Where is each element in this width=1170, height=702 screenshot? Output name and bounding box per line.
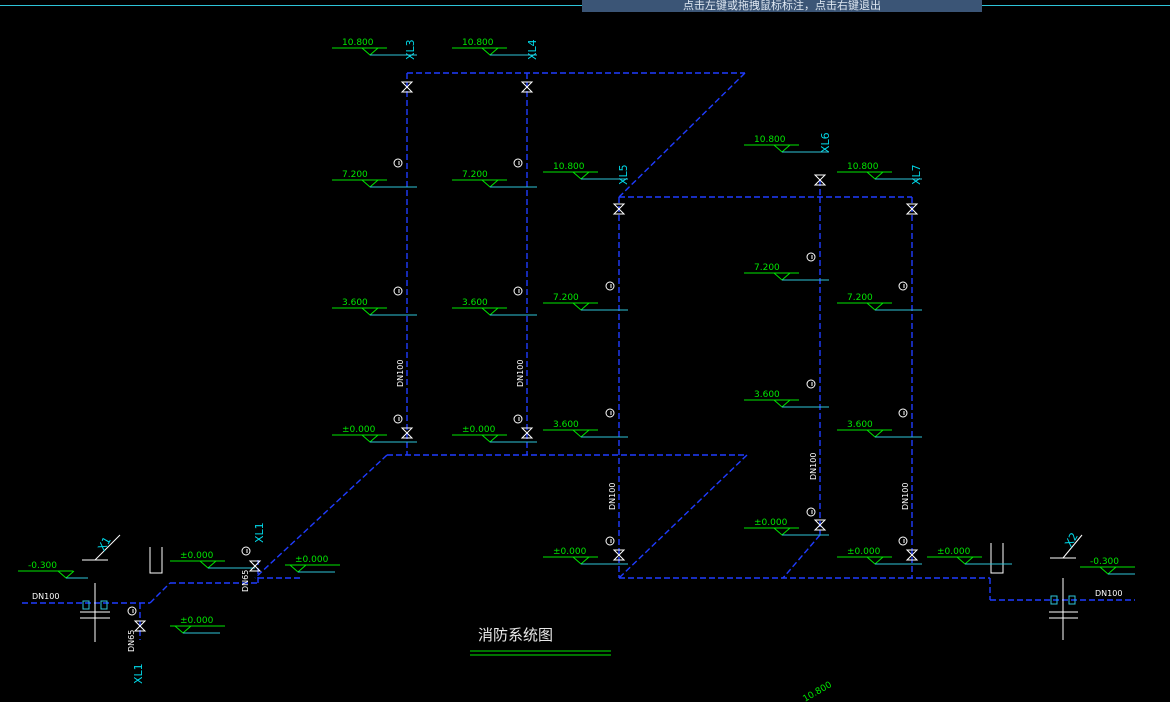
fire-hydrant-4-icon [513,286,523,296]
level-xl5-3600: 3.600 [543,420,628,438]
level-xl3-7200-text: 7.200 [342,170,368,180]
fire-hydrant-2-icon [393,414,403,424]
level-xl7-7200-text: 7.200 [847,293,873,303]
level-xl6-3600-text: 3.600 [754,390,780,400]
pipe-size-xl7: DN100 [901,483,910,510]
pipe-size-xl5: DN100 [608,483,617,510]
riser-tag-xl1-upper: XL1 [253,522,266,543]
level-xl4-7200-text: 7.200 [462,170,488,180]
level-xl4-top-text: 10.800 [462,38,494,48]
drawing-title-block: 消防系统图 [470,626,611,656]
level-xl6-0000-text: ±0.000 [754,518,788,528]
level-left-inlet-text: -0.300 [28,561,57,571]
level-xl4-7200: 7.200 [452,170,537,188]
fire-hydrant-7-icon [605,408,615,418]
level-xl4-3600-text: 3.600 [462,298,488,308]
level-xl6-7200-text: 7.200 [754,263,780,273]
level-xl7-7200: 7.200 [837,293,922,311]
inlet-tag-x2: X2 [1062,530,1081,549]
level-xl3-0000-text: ±0.000 [342,425,376,435]
level-right-inlet-text: -0.300 [1090,557,1119,567]
fire-hydrant-0-icon [393,158,403,168]
fire-hydrant-14-icon [898,536,908,546]
level-xl1-b-text: ±0.000 [295,555,329,565]
partial-elevation-label: 10.800 [802,680,835,702]
level-xl3-3600: 3.600 [332,298,417,316]
level-left-inlet: -0.300 [18,561,88,579]
level-xl5-7200: 7.200 [543,293,628,311]
pipe-size-xl3: DN100 [396,360,405,387]
fire-hydrant-8-icon [605,536,615,546]
elevation-levels: 10.800 7.200 3.600 ±0.000 10.800 7.200 3.600 ±0… [18,38,1135,634]
fire-hydrant-9-icon [806,252,816,262]
level-right-base-text: ±0.000 [937,547,971,557]
gate-valve-xl7-top-icon [905,203,919,215]
level-xl7-top-text: 10.800 [847,162,879,172]
level-xl6-3600: 3.600 [744,390,829,408]
riser-tag-xl6: XL6 [819,132,832,153]
inlet-fitting-1-icon [100,600,108,610]
inlet-fitting-0-icon [82,600,90,610]
riser-tag-xl3: XL3 [404,39,417,60]
fire-hydrant-6-icon [605,281,615,291]
drawing-title: 消防系统图 [478,626,553,644]
pipe-size-xl1-upper: DN65 [241,570,250,592]
fire-hydrant-13-icon [898,408,908,418]
riser-tag-xl4: XL4 [526,39,539,60]
fire-hydrant-12-icon [898,281,908,291]
level-xl6-top: 10.800 [744,135,829,153]
pipe-size-xl6: DN100 [809,453,818,480]
pipe-size-xl1-lower: DN65 [127,630,136,652]
riser-tag-xl1-lower: XL1 [132,663,145,684]
fire-hydrant-1-icon [393,286,403,296]
fire-hydrant-16-icon [127,606,137,616]
level-xl5-7200-text: 7.200 [553,293,579,303]
fire-hydrant-10-icon [806,379,816,389]
level-xl1-b: ±0.000 [285,555,340,573]
level-xl7-3600: 3.600 [837,420,922,438]
gate-valve-xl5-top-icon [612,203,626,215]
level-xl5-top: 10.800 [543,162,628,180]
level-xl6-7200: 7.200 [744,263,829,281]
level-xl3-top-text: 10.800 [342,38,374,48]
fire-hydrant-3-icon [513,158,523,168]
level-xl1-a-text: ±0.000 [180,551,214,561]
level-xl6-top-text: 10.800 [754,135,786,145]
pipe-size-labels: DN100 DN100 DN100 DN100 DN100 DN100 DN10… [32,360,1122,652]
level-right-base: ±0.000 [927,547,1012,565]
level-xl4-top: 10.800 [452,38,537,56]
fire-hydrant-5-icon [513,414,523,424]
level-xl3-3600-text: 3.600 [342,298,368,308]
riser-tag-xl7: XL7 [910,164,923,185]
level-xl4-0000-text: ±0.000 [462,425,496,435]
pipe-size-xl4: DN100 [516,360,525,387]
fire-hydrant-11-icon [806,507,816,517]
pipe-size-left-inlet: DN100 [32,592,59,601]
level-xl1-c-text: ±0.000 [180,616,214,626]
level-xl7-0000-text: ±0.000 [847,547,881,557]
fire-protection-system-drawing[interactable]: XL3 XL4 XL5 XL6 XL7 X1 X2 XL1 XL1 10.800… [0,0,1170,702]
fire-hydrant-15-icon [241,546,251,556]
level-xl5-top-text: 10.800 [553,162,585,172]
inlet-tag-x1: X1 [95,534,114,553]
level-xl4-3600: 3.600 [452,298,537,316]
level-xl7-3600-text: 3.600 [847,420,873,430]
level-xl1-c: ±0.000 [170,616,225,634]
level-xl3-7200: 7.200 [332,170,417,188]
riser-tag-xl5: XL5 [617,164,630,185]
pipe-size-right-inlet: DN100 [1095,589,1122,598]
gate-valve-xl1-upper-icon [248,560,262,572]
level-xl1-a: ±0.000 [170,551,255,569]
level-xl5-3600-text: 3.600 [553,420,579,430]
level-xl5-0000-text: ±0.000 [553,547,587,557]
level-right-inlet: -0.300 [1080,557,1135,575]
